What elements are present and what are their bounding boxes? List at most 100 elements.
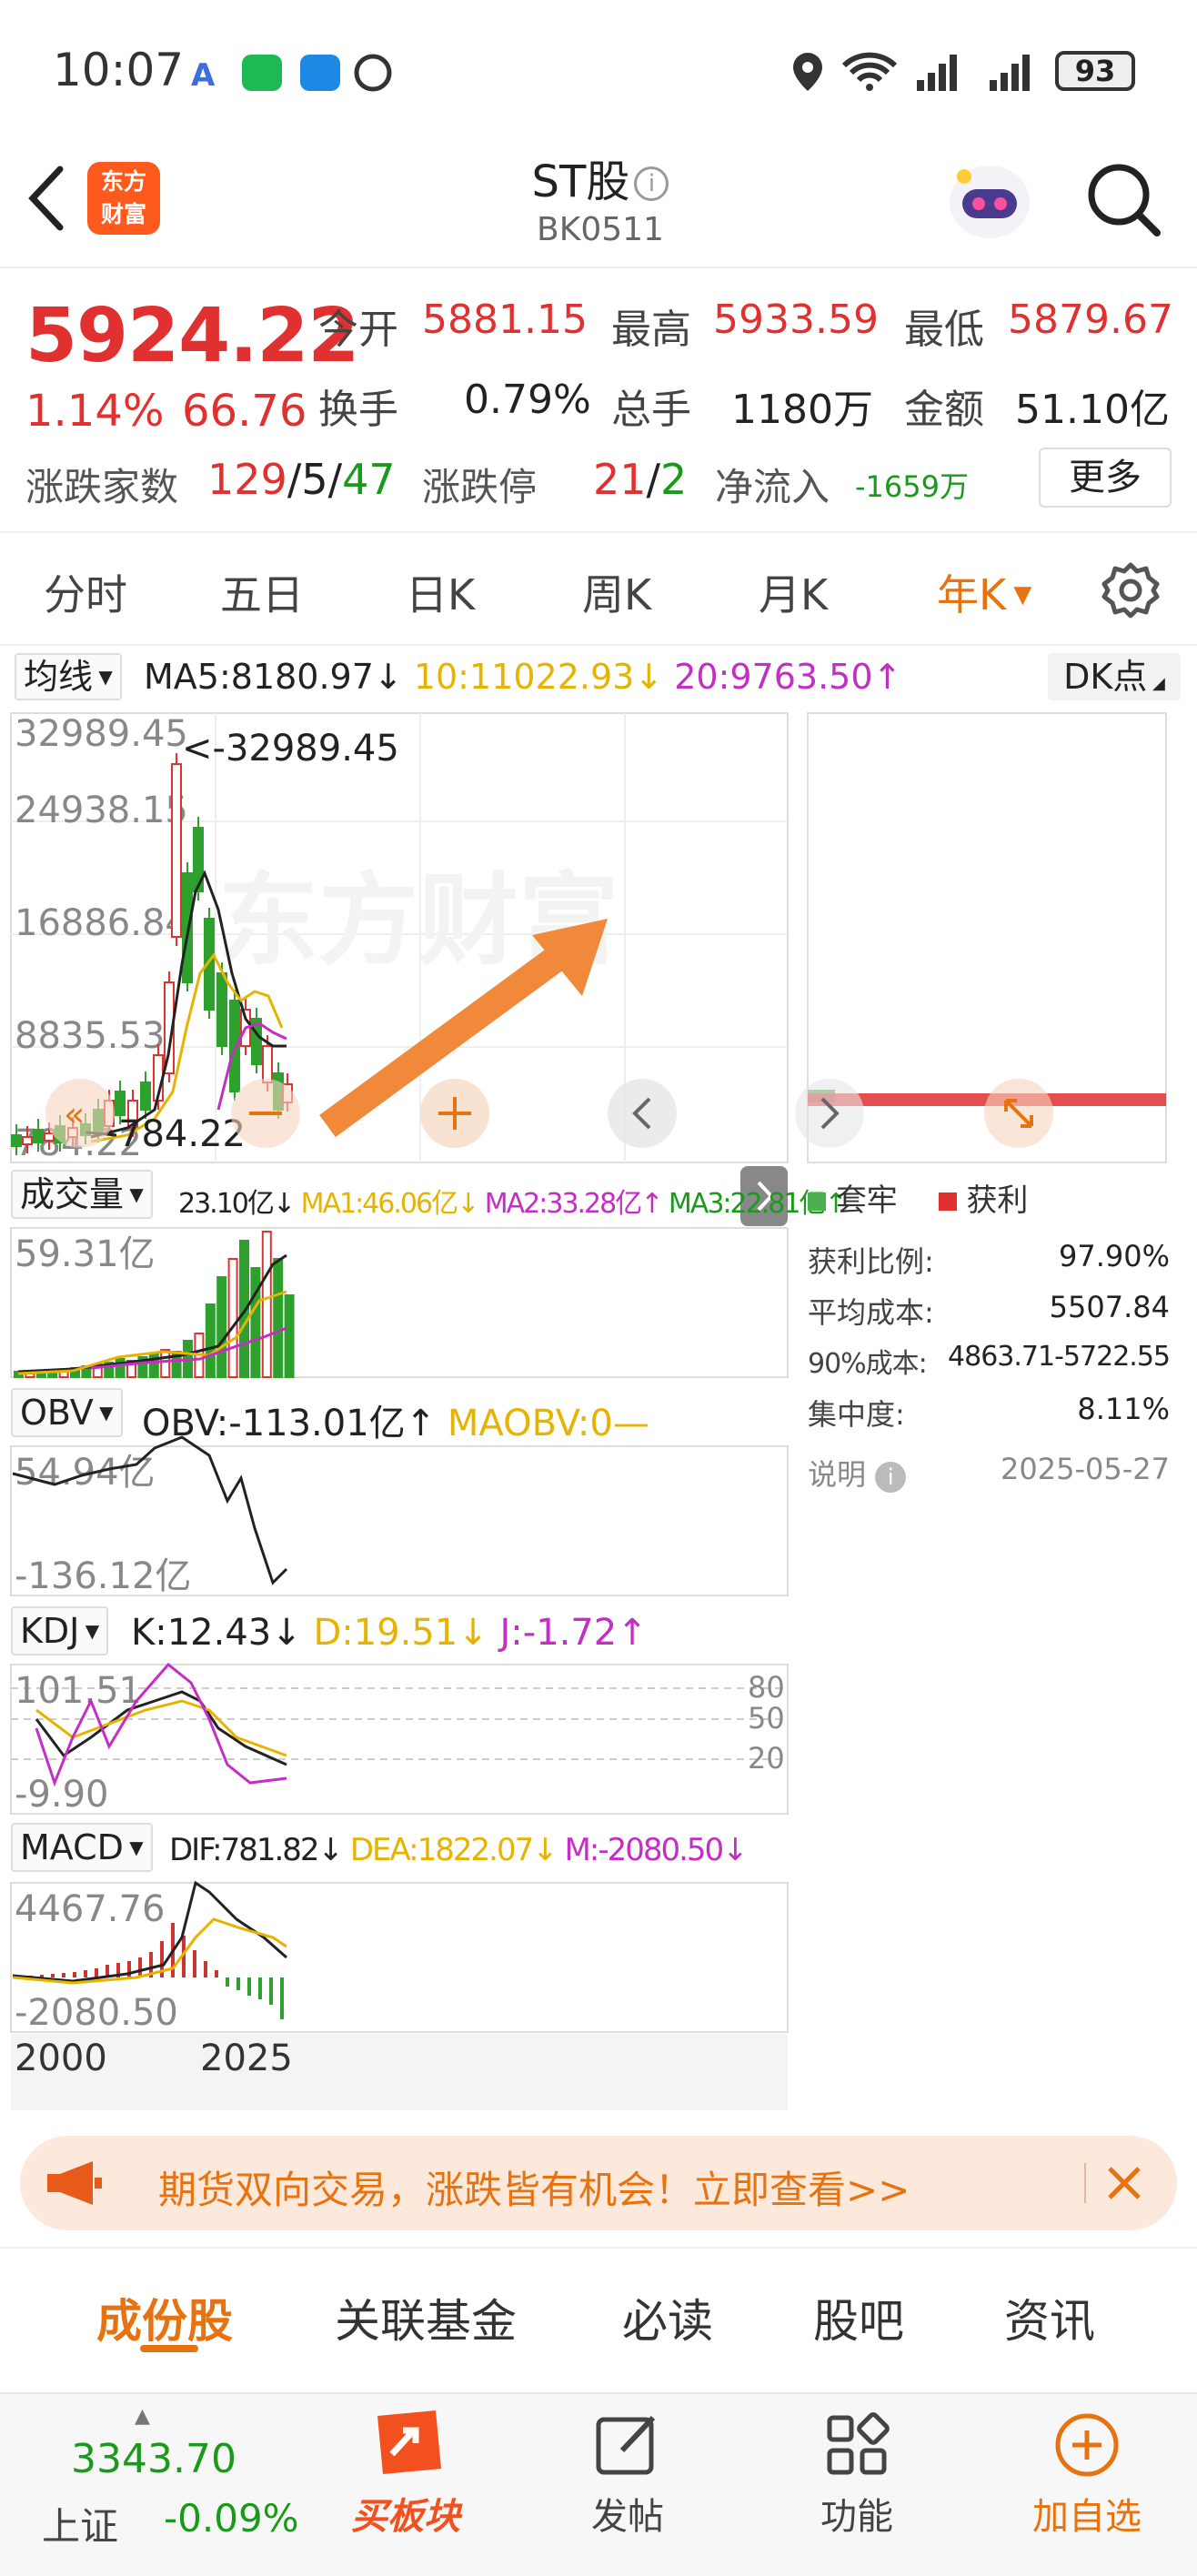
chart-prev-button[interactable] (608, 1079, 677, 1148)
tab-related-funds[interactable]: 关联基金 (335, 2285, 517, 2350)
macd-selector[interactable]: MACD ▼ (11, 1823, 153, 1872)
function-button[interactable]: 功能 (793, 2407, 920, 2561)
index-change: -0.09% (164, 2496, 299, 2541)
svg-text:A: A (191, 57, 216, 94)
add-watchlist-button[interactable]: 加自选 (1019, 2407, 1155, 2561)
zoom-out-button[interactable] (231, 1079, 300, 1148)
chips-next-button[interactable] (795, 1079, 864, 1148)
candle-body (33, 1129, 44, 1143)
chips-note[interactable]: 说明 i (808, 1452, 907, 1494)
promo-banner[interactable]: 期货双向交易，涨跌皆有机会！立即查看>> (20, 2136, 1177, 2230)
more-button[interactable]: 更多 (1039, 448, 1172, 508)
macd-bar (258, 1977, 262, 1999)
macd-bar (73, 1972, 76, 1977)
obv-values: OBV:-113.01亿↑ MAOBV:0— (142, 1403, 649, 1444)
back-button[interactable] (24, 162, 69, 238)
dk-selector[interactable]: DK点 ◢ (1048, 653, 1181, 700)
buy-board-button[interactable]: 买板块 (342, 2407, 469, 2561)
kdj-j: J:-1.72 (499, 1612, 618, 1654)
obv-selector[interactable]: OBV ▼ (11, 1388, 123, 1437)
edit-icon (596, 2415, 656, 2475)
search-icon[interactable] (1082, 158, 1164, 244)
breadth-values: 129/5/47 (207, 455, 396, 504)
k-tick-2: 16886.84 (15, 902, 188, 944)
kdj-selector-label: KDJ (20, 1611, 80, 1651)
breadth-flat: 5 (301, 455, 328, 504)
index-ticker[interactable]: ▲ 3343.70 上证 -0.09% (36, 2405, 309, 2560)
kdj-k: K:12.43 (131, 1612, 272, 1654)
tab-minute[interactable]: 分时 (44, 562, 127, 622)
settings-gear-icon[interactable] (1101, 560, 1161, 624)
limit-label: 涨跌停 (422, 465, 538, 509)
tab-day-k[interactable]: 日K (406, 562, 475, 622)
zoom-in-button[interactable] (420, 1079, 489, 1148)
volume-label: 总手 (611, 387, 691, 433)
ma-selector[interactable]: 均线 ▼ (15, 653, 122, 700)
obv-top-tick: 54.94亿 (15, 1452, 156, 1494)
amount-value: 51.10亿 (1015, 387, 1170, 433)
kdj-values: K:12.43↓ D:19.51↓ J:-1.72↑ (131, 1612, 648, 1654)
high-value: 5933.59 (713, 297, 879, 343)
macd-bar (226, 1977, 229, 1987)
macd-bar (62, 1973, 65, 1977)
volume-bar (273, 1258, 284, 1378)
breadth-up: 129 (207, 455, 287, 504)
volume-bar (261, 1231, 272, 1378)
chips-value: 97.90% (1058, 1239, 1170, 1273)
status-bar: 10:07 A 93 (0, 0, 1197, 136)
k-tick-1: 24938.15 (15, 790, 188, 831)
tab-forum[interactable]: 股吧 (813, 2285, 904, 2350)
chart-scroll-left-button[interactable]: « (45, 1079, 115, 1148)
macd-bar (269, 1977, 273, 2005)
function-label: 功能 (820, 2496, 893, 2538)
tab-year-k-label: 年K (937, 570, 1007, 619)
info-icon[interactable]: i (634, 166, 669, 201)
kdj-selector[interactable]: KDJ ▼ (11, 1606, 109, 1655)
volume-header: 成交量 ▼ 23.10亿↓ MA1:46.06亿↓ MA2:33.28亿↑ MA… (0, 1170, 848, 1224)
tab-month-k[interactable]: 月K (759, 562, 828, 622)
banner-close-icon[interactable] (1102, 2161, 1146, 2209)
low-annotation: 784.22 (118, 1113, 246, 1155)
obv-bottom-tick: -136.12亿 (15, 1555, 191, 1597)
volume-bar (115, 1358, 126, 1378)
high-label: 最高 (611, 307, 691, 353)
chips-value: 4863.71-5722.55 (948, 1341, 1171, 1373)
obv-v: OBV:-113.01亿 (142, 1403, 406, 1444)
volume-bar (284, 1294, 295, 1378)
open-value: 5881.15 (422, 297, 588, 343)
title-text: ST股 (531, 156, 630, 207)
board-code: BK0511 (537, 211, 664, 248)
buy-board-label: 买板块 (351, 2496, 460, 2538)
tab-must-read[interactable]: 必读 (622, 2285, 713, 2350)
k-tick-3: 8835.53 (15, 1015, 165, 1057)
volume-selector-label: 成交量 (20, 1174, 125, 1214)
volume-top-tick: 59.31亿 (15, 1233, 156, 1275)
candle-body (216, 972, 227, 1047)
expand-icon[interactable] (984, 1079, 1053, 1148)
low-value: 5879.67 (1008, 297, 1173, 343)
tab-five-day[interactable]: 五日 (220, 562, 304, 622)
candle-body (262, 1045, 273, 1083)
tab-news[interactable]: 资讯 (1004, 2285, 1095, 2350)
index-name: 上证 (42, 2504, 119, 2549)
macd-bottom-tick: -2080.50 (15, 1992, 178, 2034)
macd-bar (193, 1950, 196, 1977)
candle-body (44, 1132, 55, 1142)
ma-row: 均线 ▼ MA5:8180.97↓ 10:11022.93↓ 20:9763.5… (0, 648, 1197, 708)
x-axis-end: 2025 (200, 2038, 293, 2079)
chips-date: 2025-05-27 (1001, 1452, 1170, 1486)
notification-icons: A (191, 47, 400, 102)
volume-v: 23.10亿 (178, 1188, 275, 1220)
robot-avatar-icon[interactable] (942, 155, 1037, 253)
post-button[interactable]: 发帖 (564, 2407, 691, 2561)
chips-value: 8.11% (1077, 1392, 1170, 1426)
volume-selector[interactable]: 成交量 ▼ (11, 1170, 153, 1219)
chips-label: 集中度: (808, 1397, 905, 1432)
macd-bar (215, 1970, 218, 1977)
ma10-value: 10:11022.93 (413, 657, 635, 697)
macd-bar (95, 1968, 98, 1977)
tab-constituents[interactable]: 成份股 (96, 2285, 233, 2350)
tab-year-k[interactable]: 年K ▼ (937, 562, 1031, 622)
breadth-down: 47 (342, 455, 396, 504)
tab-week-k[interactable]: 周K (582, 562, 651, 622)
